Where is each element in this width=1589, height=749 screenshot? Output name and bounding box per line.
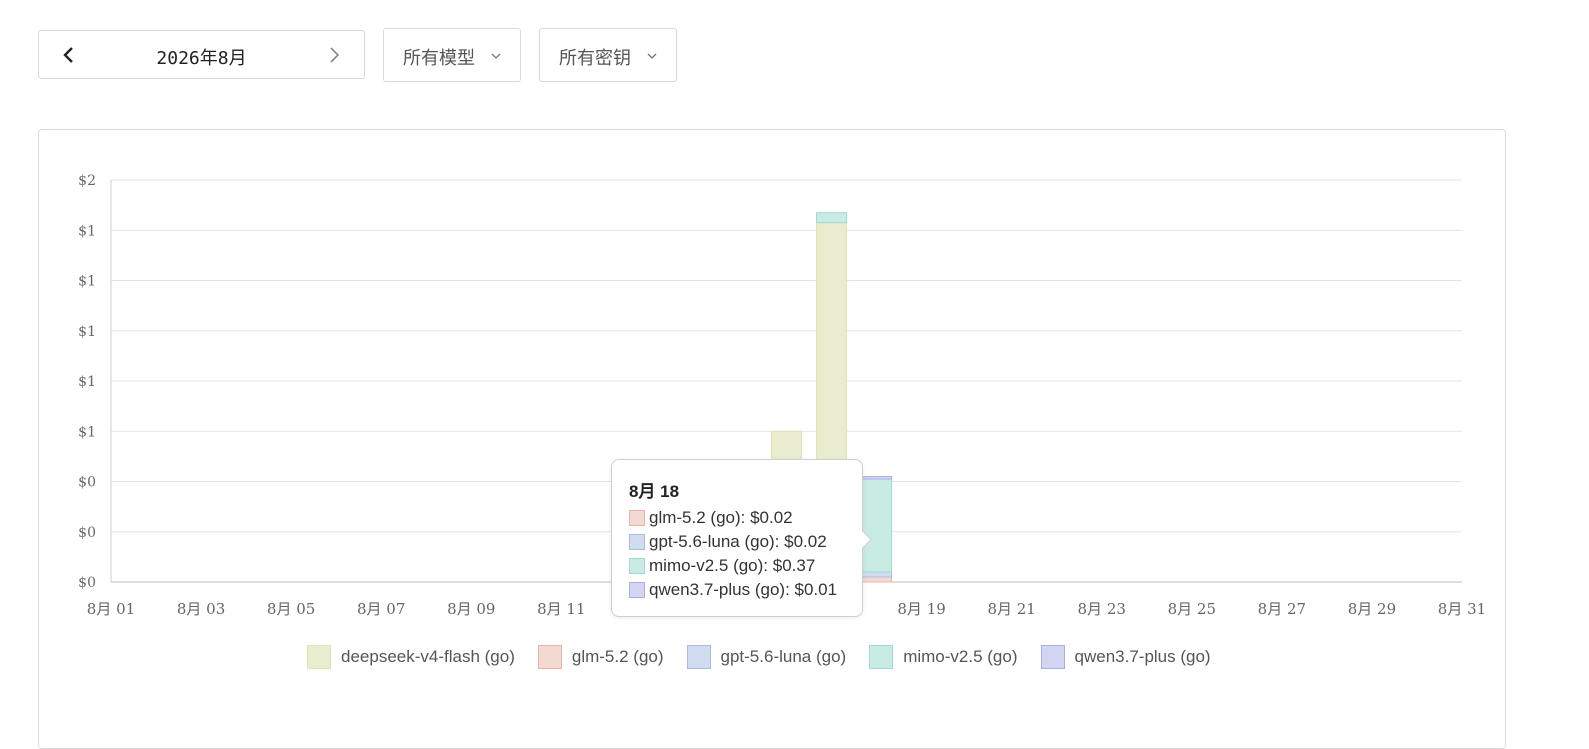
tooltip-row: gpt-5.6-luna (go): $0.02: [629, 530, 837, 554]
bar-segment: [861, 475, 893, 480]
tooltip-title: 8月 18: [629, 482, 680, 501]
bar-segment: [816, 212, 848, 224]
bar-segment: [861, 576, 893, 583]
y-tick-label: $0: [78, 475, 96, 491]
y-tick-label: $1: [78, 223, 96, 239]
tooltip-rows: glm-5.2 (go): $0.02 gpt-5.6-luna (go): $0…: [629, 506, 837, 602]
x-tick-label: 8月 31: [1438, 600, 1486, 618]
legend-item[interactable]: mimo-v2.5 (go): [869, 645, 1018, 669]
y-tick-label: $1: [78, 424, 96, 440]
legend-label: glm-5.2 (go): [571, 647, 664, 666]
chart-legend: deepseek-v4-flash (go) glm-5.2 (go) gpt-5.…: [307, 645, 1234, 669]
chart-tooltip: 8月 18 glm-5.2 (go): $0.02 gpt-5.6-luna (g…: [611, 459, 863, 617]
x-tick-label: 8月 29: [1348, 600, 1396, 618]
y-tick-label: $1: [78, 274, 96, 290]
x-tick-label: 8月 03: [177, 600, 225, 618]
x-tick-label: 8月 25: [1168, 600, 1216, 618]
tooltip-row: qwen3.7-plus (go): $0.01: [629, 578, 837, 602]
tooltip-swatch: [629, 558, 645, 574]
x-tick-label: 8月 07: [357, 600, 405, 618]
x-tick-label: 8月 11: [537, 600, 585, 618]
x-tick-label: 8月 27: [1258, 600, 1306, 618]
bar-segment: [861, 571, 893, 578]
x-tick-label: 8月 09: [447, 600, 495, 618]
x-tick-label: 8月 19: [897, 600, 945, 618]
legend-swatch: [1040, 645, 1065, 669]
tooltip-swatch: [629, 534, 645, 550]
x-tick-label: 8月 01: [87, 600, 135, 618]
tooltip-row-text: glm-5.2 (go): $0.02: [649, 508, 793, 527]
y-tick-label: $0: [78, 525, 96, 541]
legend-label: mimo-v2.5 (go): [903, 647, 1018, 666]
bar-segment: [861, 478, 893, 573]
tooltip-swatch: [629, 582, 645, 598]
legend-swatch: [537, 645, 562, 669]
x-tick-label: 8月 21: [987, 600, 1035, 618]
tooltip-row-text: mimo-v2.5 (go): $0.37: [649, 556, 816, 575]
legend-swatch: [307, 645, 331, 669]
x-tick-label: 8月 05: [267, 600, 315, 618]
y-tick-label: $1: [78, 374, 96, 390]
legend-swatch: [686, 645, 711, 669]
tooltip-row-text: gpt-5.6-luna (go): $0.02: [649, 532, 827, 551]
legend-swatch: [869, 645, 894, 669]
tooltip-row-text: qwen3.7-plus (go): $0.01: [649, 580, 838, 599]
legend-item[interactable]: deepseek-v4-flash (go): [307, 645, 515, 669]
y-tick-label: $0: [78, 575, 96, 591]
y-tick-label: $1: [78, 324, 96, 340]
tooltip-row: glm-5.2 (go): $0.02: [629, 506, 837, 530]
legend-item[interactable]: gpt-5.6-luna (go): [686, 645, 847, 669]
legend-label: deepseek-v4-flash (go): [341, 647, 515, 666]
legend-item[interactable]: glm-5.2 (go): [537, 645, 664, 669]
tooltip-swatch: [629, 510, 645, 526]
y-tick-label: $2: [78, 173, 96, 189]
legend-label: qwen3.7-plus (go): [1074, 647, 1211, 666]
legend-label: gpt-5.6-luna (go): [720, 647, 847, 666]
legend-item[interactable]: qwen3.7-plus (go): [1040, 645, 1211, 669]
x-tick-label: 8月 23: [1078, 600, 1126, 618]
tooltip-row: mimo-v2.5 (go): $0.37: [629, 554, 837, 578]
